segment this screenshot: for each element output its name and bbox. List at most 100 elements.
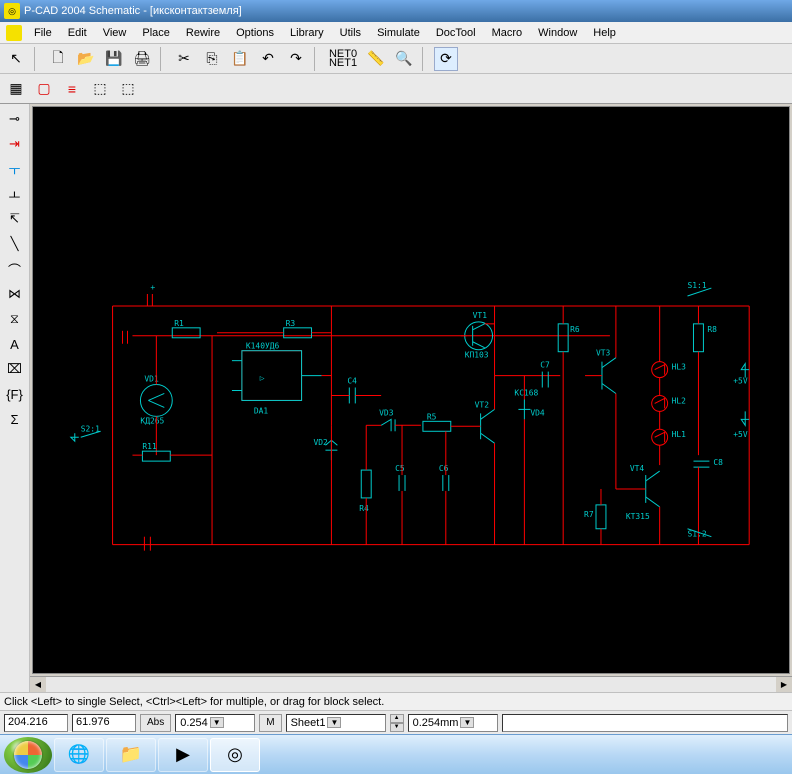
grid-button[interactable]: ▦ [4,77,28,101]
net0-label: NET0NET1 [329,50,357,68]
coord-x: 204.216 [4,714,68,732]
menu-rewire[interactable]: Rewire [178,25,228,41]
svg-text:VT4: VT4 [630,464,645,473]
menu-library[interactable]: Library [282,25,332,41]
cut-button[interactable]: ✂ [172,47,196,71]
separator [34,47,40,71]
chevron-down-icon[interactable]: ▼ [460,717,474,728]
place-port-button[interactable]: ㅗ [3,183,27,205]
svg-text:C5: C5 [395,464,405,473]
separator [314,47,320,71]
command-line[interactable] [502,714,788,732]
place-field-button[interactable]: {F} [3,383,27,405]
place-bus-button[interactable]: ㅜ [3,158,27,180]
taskbar-media[interactable]: ▶ [158,738,208,772]
redo-button[interactable]: ↷ [284,47,308,71]
place-part-button[interactable]: ⊸ [3,108,27,130]
svg-text:C4: C4 [347,377,357,386]
window-titlebar: ◎ P-CAD 2004 Schematic - [иксконтактземл… [0,0,792,22]
place-wire-button[interactable]: ⇥ [3,133,27,155]
place-ieee-button[interactable]: Σ [3,408,27,430]
svg-text:R1: R1 [174,319,184,328]
menu-edit[interactable]: Edit [60,25,95,41]
menu-place[interactable]: Place [134,25,178,41]
svg-text:КС168: КС168 [514,388,538,397]
menu-simulate[interactable]: Simulate [369,25,428,41]
svg-text:VT3: VT3 [596,349,611,358]
svg-text:КТ315: КТ315 [626,512,650,521]
horizontal-scrollbar[interactable]: ◀ ▶ [30,676,792,692]
place-arc-button[interactable]: ⌒ [3,258,27,280]
grid-value: 0.254 [180,717,208,729]
sheet-combo[interactable]: Sheet1 ▼ [286,714,386,732]
paste-button[interactable]: 📋 [228,47,252,71]
canvas-area: + R1 VD1 КД265 R11 [30,104,792,692]
place-refpoint-button[interactable]: ⧖ [3,308,27,330]
svg-text:VD2: VD2 [314,438,329,447]
undo-button[interactable]: ↶ [256,47,280,71]
status-hint: Click <Left> to single Select, <Ctrl><Le… [4,696,384,708]
scroll-track[interactable] [46,677,776,692]
sheet-value: Sheet1 [291,717,326,729]
menu-window[interactable]: Window [530,25,585,41]
svg-text:DA1: DA1 [254,406,269,415]
svg-text:VT1: VT1 [473,311,488,320]
svg-text:R6: R6 [570,325,580,334]
place-attr-button[interactable]: ⌧ [3,358,27,380]
comp1-button[interactable]: ⬚ [88,77,112,101]
measure-button[interactable]: 📏 [364,47,388,71]
menu-utils[interactable]: Utils [332,25,369,41]
sheet-spinner[interactable]: ▲▼ [390,714,404,732]
copy-button[interactable]: ⎘ [200,47,224,71]
workspace: ⊸ ⇥ ㅜ ㅗ ↸ ╲ ⌒ ⋈ ⧖ A ⌧ {F} Σ + [0,104,792,692]
svg-text:КД265: КД265 [140,416,164,425]
place-line-button[interactable]: ╲ [3,233,27,255]
place-text-button[interactable]: A [3,333,27,355]
zoom-button[interactable]: 🔍 [392,47,416,71]
scroll-left-button[interactable]: ◀ [30,677,46,692]
grid-combo[interactable]: 0.254 ▼ [175,714,255,732]
taskbar-ie[interactable]: 🌐 [54,738,104,772]
place-pin-button[interactable]: ↸ [3,208,27,230]
comp2-button[interactable]: ⬚ [116,77,140,101]
units-combo[interactable]: 0.254mm ▼ [408,714,498,732]
new-button[interactable]: 🗋 [46,47,70,71]
svg-text:HL2: HL2 [672,396,687,405]
schematic-canvas[interactable]: + R1 VD1 КД265 R11 [32,106,790,674]
abs-button[interactable]: Abs [140,714,171,732]
taskbar-explorer[interactable]: 📁 [106,738,156,772]
scroll-right-button[interactable]: ▶ [776,677,792,692]
menu-bar: File Edit View Place Rewire Options Libr… [0,22,792,44]
menu-file[interactable]: File [26,25,60,41]
select-tool[interactable]: ↖ [4,47,28,71]
svg-text:▷: ▷ [260,374,265,383]
taskbar-pcad[interactable]: ◎ [210,738,260,772]
menu-doctool[interactable]: DocTool [428,25,484,41]
save-button[interactable]: 💾 [102,47,126,71]
svg-text:S1:1: S1:1 [688,281,707,290]
separator [160,47,166,71]
menu-view[interactable]: View [95,25,135,41]
svg-text:VD3: VD3 [379,408,394,417]
menu-options[interactable]: Options [228,25,282,41]
chevron-down-icon[interactable]: ▼ [327,717,341,728]
menu-help[interactable]: Help [585,25,624,41]
svg-text:VD4: VD4 [530,408,545,417]
refresh-button[interactable]: ⟳ [434,47,458,71]
place-poly-button[interactable]: ⋈ [3,283,27,305]
chevron-down-icon[interactable]: ▼ [210,717,224,728]
svg-text:R8: R8 [707,325,717,334]
list-button[interactable]: ≡ [60,77,84,101]
status-bar: Click <Left> to single Select, <Ctrl><Le… [0,692,792,710]
start-button[interactable] [4,737,52,773]
open-button[interactable]: 📂 [74,47,98,71]
net-tool[interactable]: NET0NET1 [326,47,360,71]
print-button[interactable]: 🖨 [130,47,154,71]
box-button[interactable]: ▢ [32,77,56,101]
menu-macro[interactable]: Macro [484,25,531,41]
svg-text:C6: C6 [439,464,449,473]
m-button[interactable]: M [259,714,281,732]
svg-text:R11: R11 [142,442,157,451]
window-title: P-CAD 2004 Schematic - [иксконтактземля] [24,5,242,17]
secondary-toolbar: ▦ ▢ ≡ ⬚ ⬚ [0,74,792,104]
